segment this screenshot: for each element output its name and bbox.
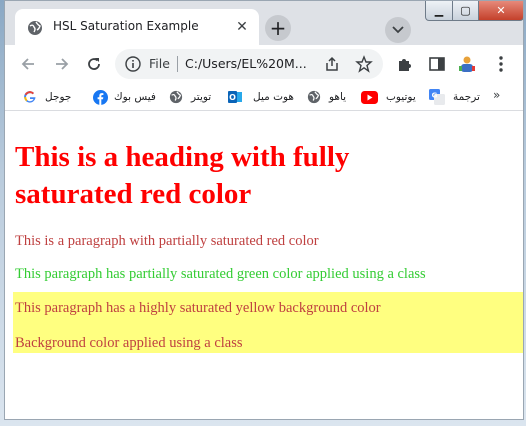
reload-icon	[88, 58, 100, 70]
google-icon	[24, 91, 36, 103]
globe-icon	[307, 90, 321, 104]
bookmarks-overflow-button[interactable]: »	[493, 88, 500, 102]
bookmark-label: فيس بوك	[114, 91, 156, 103]
arrow-right-icon	[56, 58, 69, 70]
bookmark-label: تويتر	[191, 91, 212, 103]
arrow-left-icon	[21, 58, 34, 70]
bookmark-google[interactable]: جوجل	[19, 88, 71, 106]
address-separator	[177, 56, 178, 72]
tab-title: HSL Saturation Example	[53, 19, 199, 33]
url-text[interactable]: C:/Users/EL%20M...	[185, 56, 307, 71]
paragraph-yellow-background: This paragraph has a highly saturated ye…	[15, 300, 381, 316]
address-bar[interactable]: File C:/Users/EL%20M...	[115, 49, 383, 79]
bookmark-label: هوت ميل	[253, 91, 294, 103]
globe-icon	[169, 90, 183, 104]
bookmarks-bar: جوجل فيس بوك تويتر O هوت ميل ياهو يوتيوب…	[5, 83, 523, 111]
reload-button[interactable]	[83, 53, 105, 75]
maximize-button[interactable]: ▢	[452, 1, 479, 21]
bookmark-label: جوجل	[45, 91, 72, 103]
svg-text:O: O	[229, 93, 236, 102]
close-window-button[interactable]: ✕	[478, 1, 523, 21]
bookmark-translate[interactable]: G ترجمة	[425, 88, 480, 106]
toolbar: File C:/Users/EL%20M...	[5, 45, 523, 83]
bookmark-youtube[interactable]: يوتيوب	[357, 88, 416, 106]
info-icon[interactable]	[125, 56, 141, 72]
tab-close-icon[interactable]: ✕	[233, 18, 251, 36]
page-heading: This is a heading with fully saturated r…	[15, 141, 350, 210]
star-icon[interactable]	[355, 55, 373, 73]
globe-icon	[28, 21, 42, 35]
bookmark-label: يوتيوب	[386, 91, 416, 103]
bookmark-facebook[interactable]: فيس بوك	[89, 88, 156, 106]
title-bar: HSL Saturation Example ✕ + ▁ ▢ ✕	[5, 1, 523, 45]
tab-search-button[interactable]	[385, 17, 411, 43]
paragraph-partially-saturated-red: This is a paragraph with partially satur…	[15, 233, 319, 249]
yellow-background-section: This paragraph has a highly saturated ye…	[13, 292, 523, 353]
browser-window: HSL Saturation Example ✕ + ▁ ▢ ✕ File C:…	[4, 0, 524, 420]
translate-icon: G	[429, 89, 445, 105]
outlook-icon: O	[228, 91, 242, 103]
bookmark-label: ياهو	[329, 91, 347, 103]
bookmark-hotmail[interactable]: O هوت ميل	[223, 88, 294, 106]
chevron-down-icon	[392, 26, 404, 34]
profile-avatar-icon[interactable]	[457, 54, 477, 74]
bookmark-label: ترجمة	[453, 91, 480, 103]
menu-dots-icon[interactable]	[491, 54, 511, 74]
bookmark-yahoo[interactable]: ياهو	[303, 88, 346, 106]
tab-hsl-saturation[interactable]: HSL Saturation Example ✕	[15, 9, 259, 45]
puzzle-icon[interactable]	[395, 54, 415, 74]
url-scheme-label: File	[149, 56, 170, 71]
bookmark-twitter[interactable]: تويتر	[165, 88, 211, 106]
back-button[interactable]	[17, 53, 39, 75]
page-content: This is a heading with fully saturated r…	[5, 113, 523, 419]
new-tab-button[interactable]: +	[265, 15, 291, 41]
share-icon[interactable]	[323, 55, 341, 73]
side-panel-icon[interactable]	[427, 54, 447, 74]
paragraph-partially-saturated-green: This paragraph has partially saturated g…	[15, 266, 426, 282]
youtube-icon	[361, 90, 378, 104]
svg-text:G: G	[432, 92, 438, 100]
facebook-icon	[93, 89, 108, 105]
minimize-button[interactable]: ▁	[425, 1, 453, 21]
forward-button[interactable]	[51, 53, 73, 75]
paragraph-background-class: Background color applied using a class	[15, 335, 243, 351]
